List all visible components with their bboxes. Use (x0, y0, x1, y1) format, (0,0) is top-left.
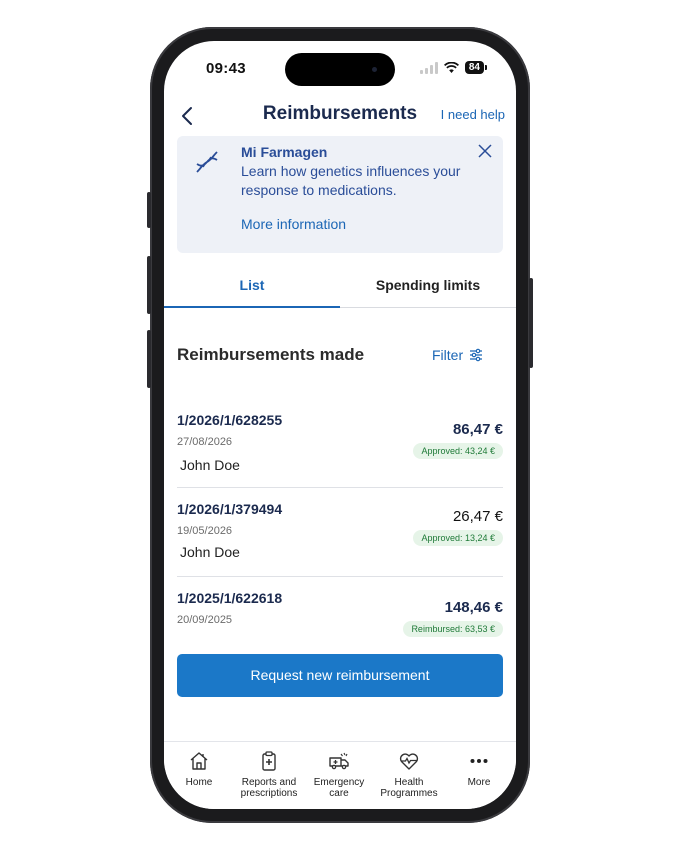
reimbursement-amount: 148,46 € (444, 599, 503, 616)
heart-pulse-icon (399, 753, 419, 770)
reimbursement-reference: 1/2026/1/628255 (177, 412, 283, 428)
home-icon (190, 752, 208, 770)
nav-item-more[interactable]: More (444, 750, 514, 788)
tab-list[interactable]: List (164, 277, 340, 293)
app-screen: 09:43 84 Reimbursements I need help Mi F… (164, 41, 516, 809)
info-banner: Mi Farmagen Learn how genetics influence… (177, 136, 503, 253)
help-link[interactable]: I need help (441, 107, 505, 122)
side-button-left-2 (147, 256, 151, 314)
side-button-left-3 (147, 330, 151, 388)
divider (177, 576, 503, 577)
status-badge: Approved: 43,24 € (413, 443, 503, 459)
more-dots-icon (470, 759, 488, 763)
divider (177, 487, 503, 488)
reimbursement-row[interactable]: 1/2026/1/379494 19/05/2026 John Doe 26,4… (177, 500, 503, 578)
filter-button[interactable]: Filter (432, 347, 483, 363)
reimbursement-date: 27/08/2026 (177, 436, 233, 448)
side-button-left-1 (147, 192, 151, 228)
reimbursement-person: John Doe (180, 457, 240, 473)
active-tab-indicator (164, 306, 340, 308)
battery-icon: 84 (464, 61, 488, 74)
wifi-icon (443, 61, 459, 73)
section-title: Reimbursements made (177, 345, 365, 364)
nav-item-emergency[interactable]: Emergency care (304, 750, 374, 799)
nav-label: Reports and prescriptions (240, 777, 298, 799)
banner-title: Mi Farmagen (241, 144, 328, 160)
status-icons: 84 (419, 61, 488, 74)
reimbursement-amount: 86,47 € (452, 421, 503, 438)
tab-bar: List Spending limits (164, 265, 516, 308)
reimbursement-row[interactable]: 1/2025/1/622618 20/09/2025 148,46 € Reim… (177, 589, 503, 645)
dynamic-island (285, 53, 395, 86)
reimbursement-amount: 26,47 € (452, 508, 503, 525)
ambulance-icon (329, 752, 349, 770)
reimbursement-person: John Doe (180, 544, 240, 560)
nav-label: More (467, 777, 491, 788)
filter-label: Filter (432, 347, 464, 363)
close-icon[interactable] (477, 143, 493, 159)
side-button-right (529, 278, 533, 368)
dna-icon (196, 151, 218, 173)
clipboard-icon (262, 751, 276, 771)
nav-item-home[interactable]: Home (164, 750, 234, 788)
tab-spending-limits[interactable]: Spending limits (340, 277, 516, 293)
status-badge: Reimbursed: 63,53 € (403, 621, 503, 637)
filter-sliders-icon (470, 348, 483, 362)
nav-label: Emergency care (313, 777, 365, 799)
nav-label: Home (185, 777, 213, 788)
status-time: 09:43 (206, 60, 246, 77)
banner-text: Learn how genetics influences your respo… (241, 163, 461, 198)
nav-item-health-programmes[interactable]: Health Programmes (374, 750, 444, 799)
status-badge: Approved: 13,24 € (413, 530, 503, 546)
reimbursement-reference: 1/2026/1/379494 (177, 501, 283, 517)
reimbursement-row[interactable]: 1/2026/1/628255 27/08/2026 John Doe 86,4… (177, 411, 503, 489)
nav-label: Health Programmes (380, 777, 438, 799)
reimbursement-date: 20/09/2025 (177, 614, 233, 626)
signal-icon (419, 61, 438, 74)
more-information-link[interactable]: More information (241, 216, 346, 232)
reimbursement-date: 19/05/2026 (177, 525, 233, 537)
bottom-nav: Home Reports and prescriptions Emergency… (164, 741, 516, 809)
request-reimbursement-button[interactable]: Request new reimbursement (177, 654, 503, 697)
reimbursement-reference: 1/2025/1/622618 (177, 590, 283, 606)
nav-item-reports[interactable]: Reports and prescriptions (234, 750, 304, 799)
